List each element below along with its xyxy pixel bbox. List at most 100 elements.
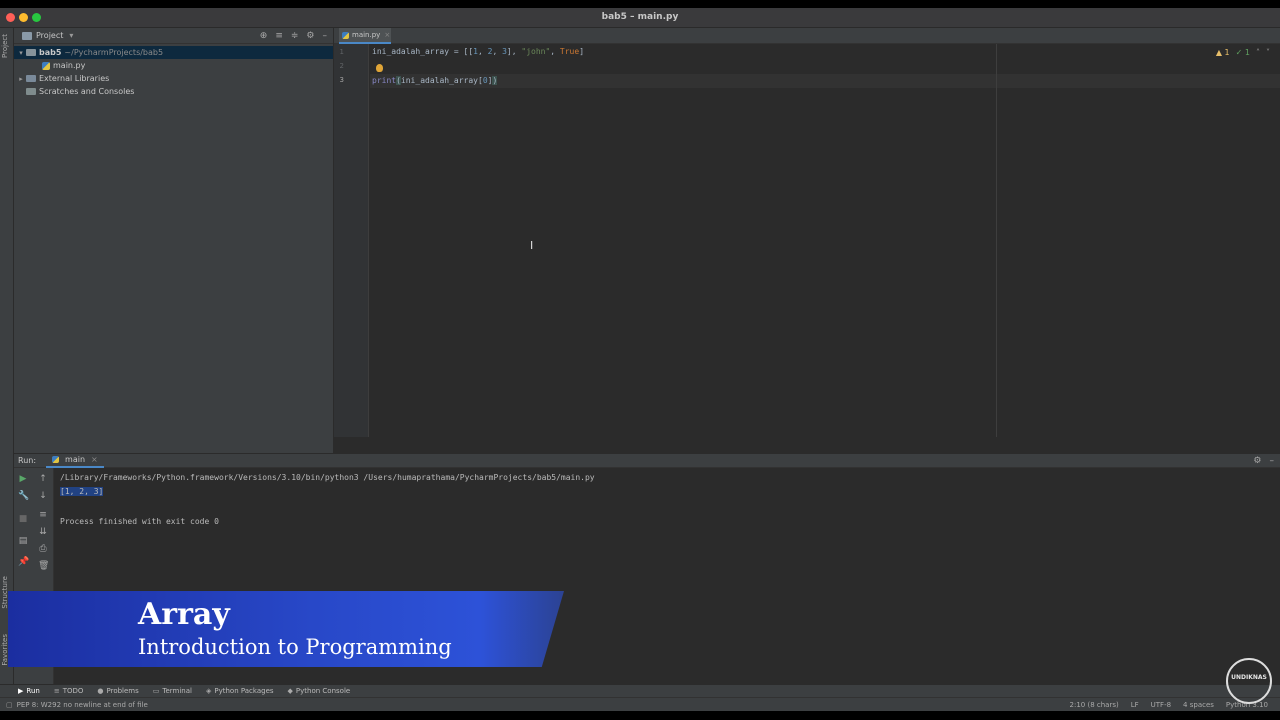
list-icon: ≡ xyxy=(53,687,60,695)
banner-title: Array xyxy=(138,597,230,632)
tree-item-label: bab5 xyxy=(39,48,62,57)
tree-item-label: Scratches and Consoles xyxy=(39,87,135,96)
folder-icon xyxy=(26,49,36,56)
letterbox-bottom xyxy=(0,711,1280,720)
status-message[interactable]: PEP 8: W292 no newline at end of file xyxy=(17,701,148,709)
banner-subtitle: Introduction to Programming xyxy=(138,635,452,659)
gear-icon[interactable]: ⚙ xyxy=(1253,456,1261,466)
tree-item-bab5[interactable]: ▾ bab5 ~/PycharmProjects/bab5 xyxy=(14,46,333,59)
indent-setting[interactable]: 4 spaces xyxy=(1183,701,1214,709)
run-config-tab[interactable]: main × xyxy=(46,453,104,468)
wrench-icon[interactable]: 🔧 xyxy=(18,491,29,501)
print-icon[interactable]: ⎙ xyxy=(38,544,48,554)
file-encoding[interactable]: UTF-8 xyxy=(1151,701,1171,709)
chevron-down-icon[interactable]: ▾ xyxy=(16,49,26,57)
current-line-highlight xyxy=(370,74,1280,88)
scroll-to-end-icon[interactable]: ⇊ xyxy=(38,527,48,537)
line-separator[interactable]: LF xyxy=(1131,701,1139,709)
locate-icon[interactable]: ⊕ xyxy=(260,31,268,41)
university-logo xyxy=(1226,658,1272,704)
title-bar: bab5 – main.py xyxy=(0,8,1280,28)
left-tool-strip: Project Structure Favorites xyxy=(0,28,14,684)
stop-icon[interactable]: ■ xyxy=(18,514,28,524)
close-tab-icon[interactable]: × xyxy=(91,455,98,464)
arrow-up-icon[interactable]: ↑ xyxy=(38,474,48,484)
console-exit-line: Process finished with exit code 0 xyxy=(60,517,219,526)
toolwindow-problems[interactable]: ● Problems xyxy=(97,687,138,695)
window-title: bab5 – main.py xyxy=(601,12,679,22)
project-panel-header: Project ▾ ⊕ ≡ ≑ ⚙ – xyxy=(14,28,333,44)
line-number: 1 xyxy=(339,48,344,56)
run-label: Run: xyxy=(18,456,37,465)
library-icon xyxy=(26,75,36,82)
line-number: 3 xyxy=(339,76,344,84)
toolwindow-terminal[interactable]: ▭ Terminal xyxy=(153,687,192,695)
console-command-line: /Library/Frameworks/Python.framework/Ver… xyxy=(60,473,595,482)
tab-label: main.py xyxy=(352,31,381,39)
caret-position[interactable]: 2:10 (8 chars) xyxy=(1070,701,1119,709)
trash-icon[interactable]: 🗑 xyxy=(38,561,49,571)
run-toolwindow-header: Run: main × ⚙ – xyxy=(14,453,1280,468)
logo-text: UNDIKNAS xyxy=(1231,674,1267,681)
toolwindow-run[interactable]: ▶ Run xyxy=(18,687,40,695)
folder-icon xyxy=(22,31,32,40)
favorites-tool-tab[interactable]: Favorites xyxy=(1,634,9,666)
lightbulb-icon[interactable] xyxy=(376,64,383,72)
text-cursor-icon: I xyxy=(530,239,534,252)
toolwindow-python-console[interactable]: ◆ Python Console xyxy=(288,687,351,695)
inspection-widget[interactable]: ▲ 1 ✓ 1 ˄ ˅ xyxy=(1216,48,1270,57)
run-config-label: main xyxy=(65,455,86,464)
tree-item-label: main.py xyxy=(53,61,86,70)
python-file-icon xyxy=(52,456,60,463)
ok-count[interactable]: ✓ 1 xyxy=(1236,48,1250,57)
right-margin-guide xyxy=(996,44,997,437)
package-icon: ◈ xyxy=(205,687,212,695)
problems-icon: ● xyxy=(97,687,104,695)
tree-item-scratches[interactable]: Scratches and Consoles xyxy=(14,85,333,98)
python-file-icon xyxy=(42,61,50,70)
play-icon: ▶ xyxy=(18,687,24,695)
chevron-down-icon[interactable]: ▾ xyxy=(69,31,73,40)
scratches-icon xyxy=(26,88,36,95)
layout-toggle-icon[interactable]: ▢ xyxy=(6,701,13,709)
code-line-1: ini_adalah_array = [[1, 2, 3], "john", T… xyxy=(372,47,585,56)
editor-bottom xyxy=(334,437,1280,453)
tree-item-external-libraries[interactable]: ▸ External Libraries xyxy=(14,72,333,85)
project-panel: Project ▾ ⊕ ≡ ≑ ⚙ – ▾ bab5 ~/PycharmProj… xyxy=(14,28,334,453)
tree-item-label: External Libraries xyxy=(39,74,110,83)
structure-tool-tab[interactable]: Structure xyxy=(1,576,9,609)
line-number: 2 xyxy=(339,62,344,70)
status-bar: ▢ PEP 8: W292 no newline at end of file … xyxy=(0,697,1280,711)
hide-icon[interactable]: – xyxy=(323,31,328,41)
pin-icon[interactable]: 📌 xyxy=(18,557,29,567)
code-line-3: print(ini_adalah_array[0]) xyxy=(372,76,498,85)
toolwindow-python-packages[interactable]: ◈ Python Packages xyxy=(206,687,274,695)
code-editor[interactable]: main.py × 1 2 3 ini_adalah_array = [[1, … xyxy=(334,28,1280,437)
chevron-down-icon[interactable]: ˅ xyxy=(1266,48,1270,57)
project-view-selector[interactable]: Project xyxy=(36,31,63,40)
console-output-line: [1, 2, 3] xyxy=(60,487,104,496)
hide-icon[interactable]: – xyxy=(1270,456,1275,466)
close-tab-icon[interactable]: × xyxy=(384,31,390,39)
layout-icon[interactable]: ▤ xyxy=(18,536,28,546)
rerun-icon[interactable]: ▶ xyxy=(18,474,28,484)
editor-tab-bar: main.py × xyxy=(334,28,1280,44)
soft-wrap-icon[interactable]: ≡ xyxy=(38,510,48,520)
chevron-right-icon[interactable]: ▸ xyxy=(16,75,26,83)
python-icon: ◆ xyxy=(287,687,293,695)
collapse-all-icon[interactable]: ≑ xyxy=(291,31,299,41)
warning-count[interactable]: ▲ 1 xyxy=(1216,48,1230,57)
tree-item-main-py[interactable]: main.py xyxy=(14,59,333,72)
tool-window-bar: ▶ Run ≡ TODO ● Problems ▭ Terminal ◈ Python P… xyxy=(0,684,1280,697)
tree-item-path: ~/PycharmProjects/bab5 xyxy=(64,48,164,57)
line-number-gutter: 1 2 3 xyxy=(334,44,369,437)
chevron-up-icon[interactable]: ˄ xyxy=(1256,48,1260,57)
selected-output[interactable]: [1, 2, 3] xyxy=(60,487,104,496)
project-tool-tab[interactable]: Project xyxy=(1,34,9,58)
toolwindow-todo[interactable]: ≡ TODO xyxy=(54,687,84,695)
gear-icon[interactable]: ⚙ xyxy=(306,31,314,41)
expand-all-icon[interactable]: ≡ xyxy=(275,31,283,41)
python-file-icon xyxy=(342,31,349,39)
arrow-down-icon[interactable]: ↓ xyxy=(38,491,48,501)
tab-main-py[interactable]: main.py × xyxy=(339,28,391,44)
